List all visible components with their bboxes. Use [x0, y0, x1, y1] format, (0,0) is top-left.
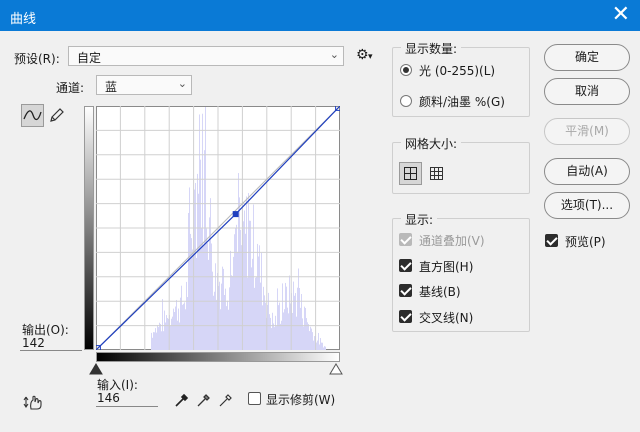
preview-checkbox[interactable] [545, 234, 558, 247]
preset-label: 预设(R): [14, 52, 60, 66]
target-adjust-hand-icon[interactable] [22, 393, 44, 411]
radio-light[interactable] [400, 64, 412, 76]
baseline-label: 基线(B) [419, 285, 461, 299]
chevron-down-icon: ⌄ [177, 77, 187, 90]
grid-4x4-icon [404, 167, 417, 180]
intersection-line-checkbox[interactable] [399, 310, 412, 323]
channel-value: 蓝 [105, 80, 118, 94]
chevron-down-icon: ⌄ [329, 48, 339, 61]
channel-select[interactable]: 蓝 ⌄ [96, 75, 192, 95]
grid-coarse-button[interactable] [399, 162, 422, 185]
show-amount-title: 显示数量: [401, 40, 462, 57]
output-value[interactable]: 142 [22, 336, 45, 350]
auto-button[interactable]: 自动(A) [544, 158, 630, 185]
close-icon[interactable]: ✕ [612, 3, 630, 27]
display-title: 显示: [401, 211, 438, 228]
radio-light-label: 光 (0-255)(L) [419, 64, 496, 78]
histogram-label: 直方图(H) [419, 260, 474, 274]
curve-point-icon [23, 110, 42, 121]
cancel-button[interactable]: 取消 [544, 78, 630, 105]
input-value: 146 [97, 391, 120, 405]
black-eyedropper-icon[interactable] [174, 392, 190, 408]
gear-icon[interactable]: ⚙ [356, 47, 369, 63]
white-point-slider[interactable] [329, 363, 343, 375]
radio-pigment-label: 颜料/油墨 %(G) [419, 95, 505, 109]
preset-menu-icon[interactable]: ▾ [368, 52, 373, 62]
options-button[interactable]: 选项(T)... [544, 192, 630, 219]
smooth-button[interactable]: 平滑(M) [544, 118, 630, 145]
ok-button[interactable]: 确定 [544, 44, 630, 71]
pencil-icon[interactable] [48, 106, 66, 124]
output-field-underline [20, 350, 82, 351]
gray-eyedropper-icon[interactable] [196, 392, 212, 408]
radio-pigment[interactable] [400, 95, 412, 107]
curve-point-tool-button[interactable] [21, 104, 44, 127]
window-title: 曲线 [10, 12, 37, 27]
baseline-checkbox[interactable] [399, 284, 412, 297]
output-gradient-bar [84, 106, 94, 350]
black-point-slider[interactable] [89, 363, 103, 375]
input-field[interactable]: 146 [96, 391, 158, 407]
grid-10x10-icon[interactable] [428, 165, 446, 183]
grid-size-title: 网格大小: [401, 135, 462, 152]
channel-overlay-label: 通道叠加(V) [419, 234, 485, 248]
preset-select[interactable]: 自定 ⌄ [68, 46, 344, 66]
white-eyedropper-icon[interactable] [218, 392, 234, 408]
curve-control-point[interactable] [232, 211, 239, 218]
curve-graph[interactable] [96, 106, 340, 350]
channel-label: 通道: [56, 81, 85, 95]
preset-value: 自定 [77, 51, 102, 65]
input-gradient-bar [96, 352, 340, 362]
preview-label: 预览(P) [565, 235, 606, 249]
show-clipping-label: 显示修剪(W) [266, 393, 336, 407]
show-clipping-checkbox[interactable] [248, 392, 261, 405]
title-bar: 曲线 ✕ [0, 0, 640, 31]
channel-overlay-checkbox[interactable] [399, 233, 412, 246]
intersection-line-label: 交叉线(N) [419, 311, 474, 325]
histogram-checkbox[interactable] [399, 259, 412, 272]
